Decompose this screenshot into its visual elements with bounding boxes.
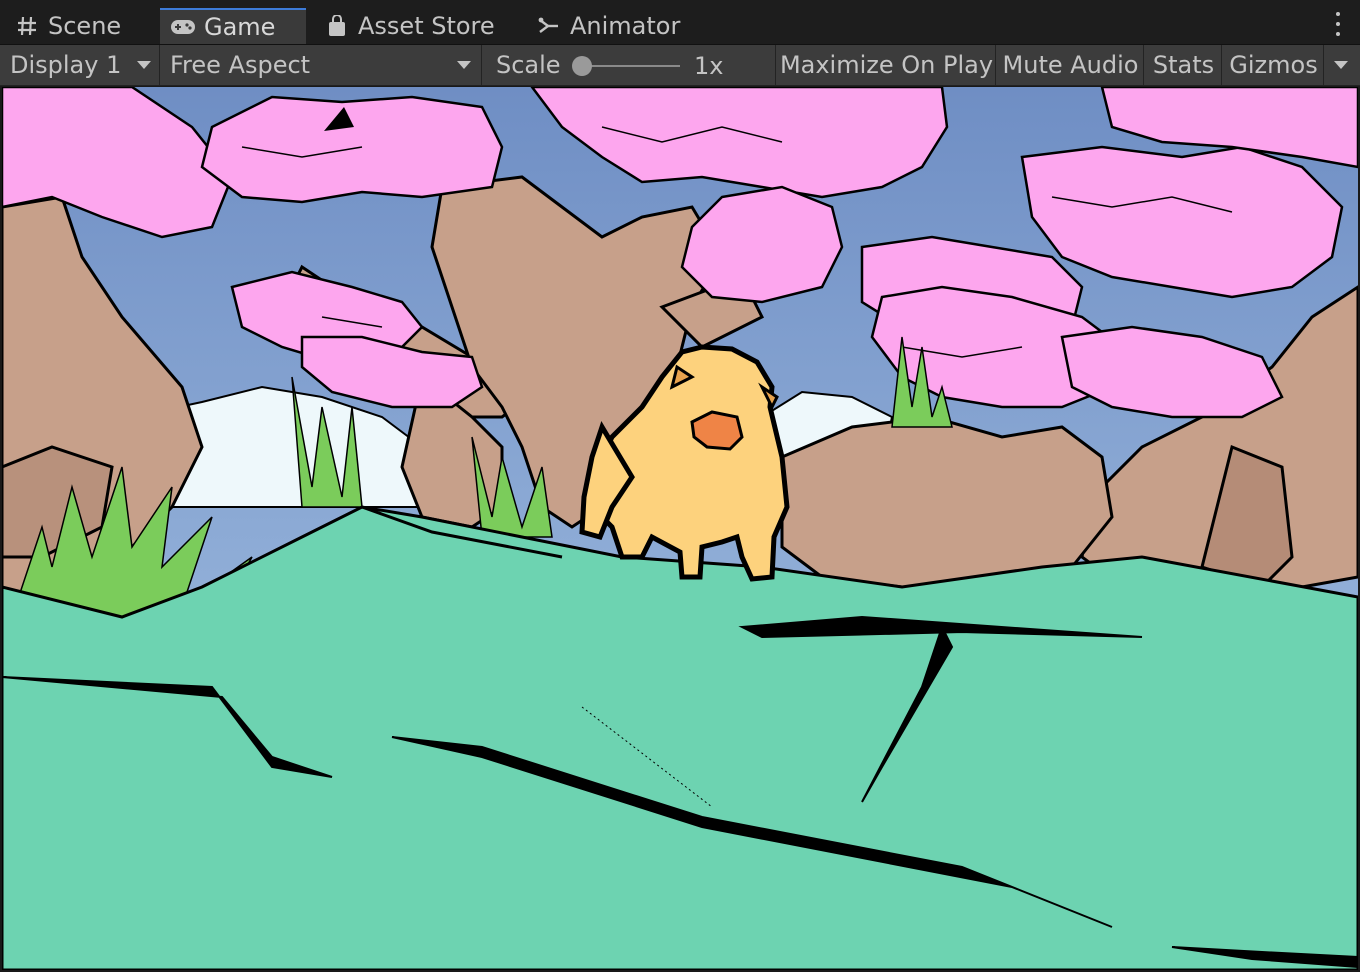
tab-animator-label: Animator — [570, 12, 681, 40]
scale-slider-track[interactable] — [580, 65, 680, 67]
aspect-dropdown[interactable]: Free Aspect — [162, 45, 482, 85]
scale-control: Scale 1x — [484, 45, 776, 85]
maximize-on-play-label: Maximize On Play — [779, 51, 994, 79]
tab-asset-store[interactable]: Asset Store — [324, 8, 495, 44]
shopping-bag-icon — [324, 13, 350, 39]
maximize-on-play-toggle[interactable]: Maximize On Play — [778, 45, 996, 85]
aspect-dropdown-label: Free Aspect — [170, 51, 311, 79]
animator-icon — [536, 13, 562, 39]
tab-asset-store-label: Asset Store — [358, 12, 495, 40]
gizmos-label: Gizmos — [1229, 51, 1318, 79]
game-viewport[interactable] — [2, 87, 1358, 970]
mute-audio-toggle[interactable]: Mute Audio — [998, 45, 1144, 85]
gizmos-dropdown-button[interactable] — [1324, 45, 1360, 85]
editor-tab-bar: Scene Game Asset Store Animator — [0, 0, 1360, 45]
scale-label: Scale — [496, 51, 561, 79]
tab-scene[interactable]: Scene — [14, 8, 121, 44]
chevron-down-icon — [137, 61, 151, 69]
gamepad-icon — [170, 14, 196, 40]
mute-audio-label: Mute Audio — [1002, 51, 1139, 79]
grid-icon — [14, 13, 40, 39]
game-view-toolbar: Display 1 Free Aspect Scale 1x Maximize … — [0, 45, 1360, 86]
scale-slider-handle[interactable] — [572, 56, 592, 76]
chevron-down-icon — [457, 61, 471, 69]
tab-scene-label: Scene — [48, 12, 122, 40]
tab-game[interactable]: Game — [160, 8, 306, 44]
chevron-down-icon — [1334, 61, 1348, 69]
tab-animator[interactable]: Animator — [536, 8, 680, 44]
display-dropdown[interactable]: Display 1 — [0, 45, 160, 85]
more-options-icon[interactable] — [1334, 12, 1342, 36]
game-scene-render — [2, 87, 1358, 970]
scale-value: 1x — [694, 52, 724, 80]
display-dropdown-label: Display 1 — [10, 51, 122, 79]
tab-game-label: Game — [204, 13, 276, 41]
gizmos-toggle[interactable]: Gizmos — [1224, 45, 1324, 85]
stats-toggle[interactable]: Stats — [1146, 45, 1222, 85]
stats-label: Stats — [1152, 51, 1215, 79]
